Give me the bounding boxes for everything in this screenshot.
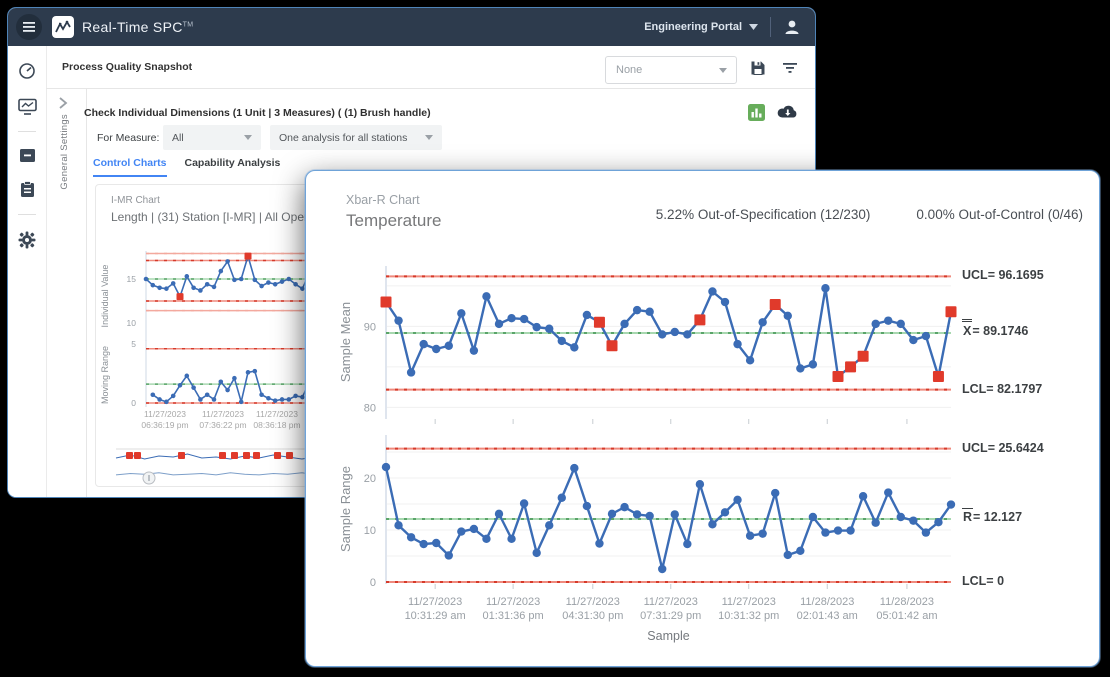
x-axis-label: 11/27/202310:31:32 pm bbox=[705, 595, 793, 624]
imr-chart-type-label: I-MR Chart bbox=[111, 195, 160, 206]
svg-text:15: 15 bbox=[127, 274, 137, 284]
imr-chart-title: Length | (31) Station [I-MR] | All Opera… bbox=[111, 210, 335, 224]
x-axis-label: 11/28/202305:01:42 am bbox=[863, 595, 951, 624]
tab-bar: Control Charts Capability Analysis bbox=[93, 157, 280, 177]
gear-icon bbox=[18, 231, 36, 249]
chevron-right-icon bbox=[58, 96, 68, 110]
out-of-spec-stat: 5.22% Out-of-Specification (12/230) bbox=[656, 207, 871, 222]
chart-view-button[interactable] bbox=[748, 104, 765, 121]
svg-text:08:36:18 pm: 08:36:18 pm bbox=[253, 420, 300, 430]
app-logo-icon bbox=[52, 16, 74, 38]
save-icon bbox=[750, 60, 766, 76]
overlay-stats: 5.22% Out-of-Specification (12/230) 0.00… bbox=[656, 207, 1083, 222]
archive-icon bbox=[19, 148, 36, 163]
svg-text:10: 10 bbox=[364, 525, 376, 537]
analysis-select[interactable]: One analysis for all stations bbox=[270, 125, 442, 150]
save-button[interactable] bbox=[750, 60, 766, 76]
download-button[interactable] bbox=[777, 104, 798, 119]
x-axis-title: Sample bbox=[386, 629, 951, 643]
chevron-down-icon bbox=[425, 135, 433, 140]
portal-dropdown[interactable]: Engineering Portal bbox=[644, 21, 758, 33]
divider bbox=[86, 88, 87, 497]
bar-chart-icon bbox=[748, 104, 765, 121]
range-ucl-label: UCL= 25.6424 bbox=[962, 441, 1044, 455]
general-settings-label: General Settings bbox=[59, 114, 70, 190]
mean-lcl-label: LCL= 82.1797 bbox=[962, 382, 1042, 396]
svg-text:90: 90 bbox=[364, 321, 376, 333]
sidebar-item-analytics[interactable] bbox=[16, 96, 39, 117]
navbar-divider bbox=[770, 17, 771, 37]
svg-text:20: 20 bbox=[364, 473, 376, 485]
preset-select-value: None bbox=[616, 64, 719, 76]
gauge-icon bbox=[18, 62, 36, 80]
svg-text:Individual Value: Individual Value bbox=[100, 265, 110, 328]
svg-text:0: 0 bbox=[131, 398, 136, 408]
svg-text:11/27/2023: 11/27/2023 bbox=[144, 409, 186, 419]
tab-control-charts[interactable]: Control Charts bbox=[93, 157, 167, 177]
sidebar bbox=[8, 46, 47, 497]
collapse-button[interactable] bbox=[58, 96, 68, 110]
svg-text:5: 5 bbox=[131, 339, 136, 349]
xbar-r-chart: 90 80 20 10 0 bbox=[306, 171, 1099, 666]
x-axis-label: 11/27/202304:31:30 pm bbox=[549, 595, 637, 624]
sidebar-divider bbox=[18, 131, 36, 132]
svg-text:07:36:22 pm: 07:36:22 pm bbox=[199, 420, 246, 430]
svg-text:80: 80 bbox=[364, 402, 376, 414]
sidebar-item-dashboard[interactable] bbox=[16, 60, 38, 82]
svg-text:Moving Range: Moving Range bbox=[100, 346, 110, 404]
x-axis-label: 11/28/202302:01:43 am bbox=[783, 595, 871, 624]
clipboard-icon bbox=[20, 181, 35, 198]
svg-text:0: 0 bbox=[370, 577, 376, 589]
filter-button[interactable] bbox=[782, 62, 798, 74]
analysis-select-value: One analysis for all stations bbox=[279, 132, 425, 144]
mean-ucl-label: UCL= 96.1695 bbox=[962, 268, 1044, 282]
x-axis-label: 11/27/202301:31:36 pm bbox=[469, 595, 557, 624]
range-center-label: R= 12.127 bbox=[962, 510, 1022, 524]
sample-mean-axis-label: Sample Mean bbox=[338, 267, 354, 417]
chevron-down-icon bbox=[244, 135, 252, 140]
sidebar-item-settings[interactable] bbox=[16, 229, 38, 251]
app-navbar: Real-Time SPCTM Engineering Portal bbox=[8, 8, 815, 46]
chevron-down-icon bbox=[719, 68, 727, 73]
cloud-download-icon bbox=[777, 104, 798, 119]
menu-button[interactable] bbox=[16, 14, 42, 40]
svg-text:11/27/2023: 11/27/2023 bbox=[256, 409, 298, 419]
measure-select-value: All bbox=[172, 132, 244, 144]
sidebar-divider bbox=[18, 214, 36, 215]
mean-center-label: X= 89.1746 bbox=[962, 324, 1028, 338]
preset-select[interactable]: None bbox=[605, 56, 737, 84]
hamburger-icon bbox=[22, 21, 36, 33]
svg-text:10: 10 bbox=[127, 318, 137, 328]
for-measure-label: For Measure: bbox=[97, 132, 159, 144]
app-title: Real-Time SPCTM bbox=[82, 19, 193, 35]
trademark: TM bbox=[183, 21, 194, 28]
monitor-chart-icon bbox=[18, 98, 37, 115]
page-title: Process Quality Snapshot bbox=[62, 61, 192, 73]
divider bbox=[46, 88, 815, 89]
sidebar-item-storage[interactable] bbox=[17, 146, 38, 165]
svg-text:11/27/2023: 11/27/2023 bbox=[202, 409, 244, 419]
overlay-chart-type-label: Xbar-R Chart bbox=[346, 193, 420, 207]
analysis-panel-title: Check Individual Dimensions (1 Unit | 3 … bbox=[84, 107, 431, 119]
x-axis-label: 11/27/202307:31:29 pm bbox=[627, 595, 715, 624]
xbar-r-chart-window: Xbar-R Chart Temperature 5.22% Out-of-Sp… bbox=[305, 170, 1100, 667]
out-of-control-stat: 0.00% Out-of-Control (0/46) bbox=[916, 207, 1083, 222]
x-axis-label: 11/27/202310:31:29 am bbox=[391, 595, 479, 624]
overlay-chart-title: Temperature bbox=[346, 211, 441, 231]
tab-capability-analysis[interactable]: Capability Analysis bbox=[185, 157, 281, 177]
sidebar-item-checklist[interactable] bbox=[18, 179, 37, 200]
x-axis-labels: 11/27/202310:31:29 am11/27/202301:31:36 … bbox=[386, 595, 951, 629]
sample-range-axis-label: Sample Range bbox=[338, 434, 354, 584]
filter-icon bbox=[782, 62, 798, 74]
measure-select[interactable]: All bbox=[163, 125, 261, 150]
chevron-down-icon bbox=[749, 24, 758, 30]
range-lcl-label: LCL= 0 bbox=[962, 574, 1004, 588]
user-icon[interactable] bbox=[783, 18, 801, 36]
svg-text:06:36:19 pm: 06:36:19 pm bbox=[141, 420, 188, 430]
